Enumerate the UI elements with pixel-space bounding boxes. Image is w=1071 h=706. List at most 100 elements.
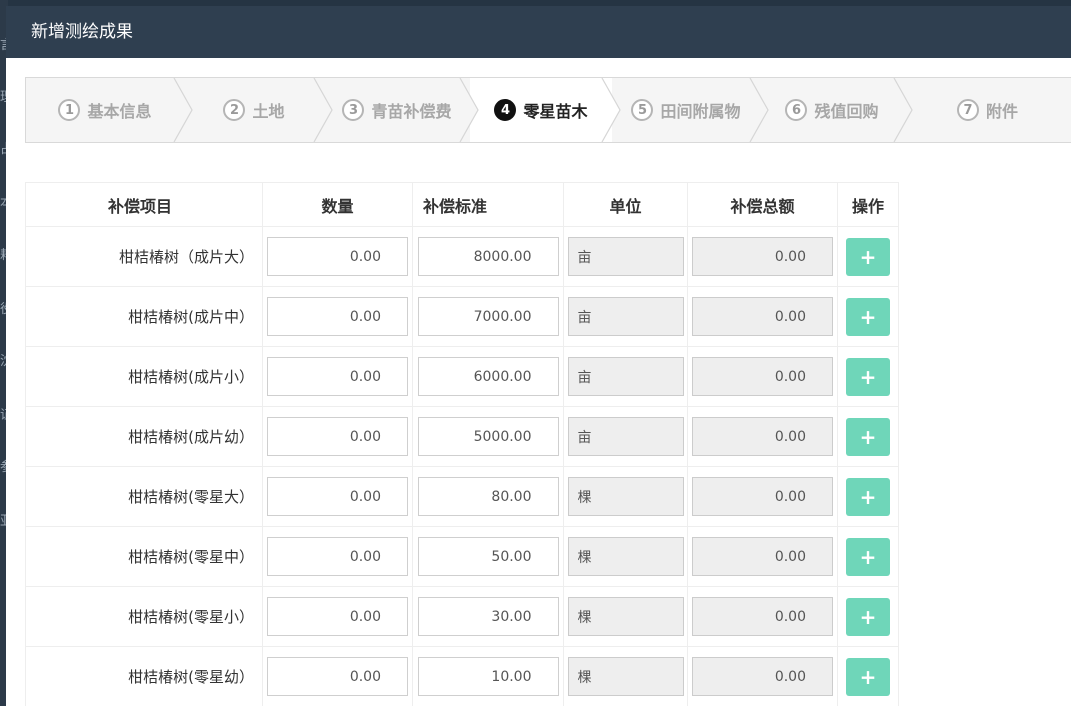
- table-row: 柑桔椿树(零星大） +: [25, 466, 899, 527]
- add-button[interactable]: +: [846, 657, 890, 696]
- quantity-input[interactable]: [267, 597, 408, 636]
- item-name: 柑桔椿树(零星小）: [25, 586, 263, 647]
- total-field: [692, 357, 833, 396]
- add-button[interactable]: +: [846, 237, 890, 276]
- item-name: 柑桔椿树(零星大）: [25, 466, 263, 527]
- step-label: 零星苗木: [523, 102, 588, 121]
- quantity-input[interactable]: [267, 237, 408, 276]
- table-body: 柑桔椿树（成片大） + 柑桔椿树(成片中） + 柑桔椿树(成片小） + 柑桔椿树(成片幼） +…: [25, 226, 899, 706]
- plus-icon: +: [859, 364, 877, 389]
- step-crop-compensation[interactable]: 3 青苗补偿费: [324, 78, 470, 142]
- plus-icon: +: [859, 424, 877, 449]
- step-label: 残值回购: [814, 102, 879, 121]
- step-number: 3: [342, 99, 365, 121]
- step-basic-info[interactable]: 1 基本信息: [26, 78, 184, 142]
- unit-field: [567, 537, 684, 576]
- table-row: 柑桔椿树(零星小） +: [25, 586, 899, 647]
- standard-input[interactable]: [417, 537, 559, 576]
- plus-icon: +: [859, 664, 877, 689]
- item-name: 柑桔椿树（成片大）: [25, 226, 263, 287]
- step-scattered-seedlings[interactable]: 4 零星苗木: [470, 78, 612, 142]
- step-number: 2: [223, 99, 246, 121]
- step-field-attachments[interactable]: 5 田间附属物: [612, 78, 760, 142]
- unit-field: [567, 297, 684, 336]
- add-button[interactable]: +: [846, 477, 890, 516]
- quantity-input[interactable]: [267, 297, 408, 336]
- quantity-input[interactable]: [267, 477, 408, 516]
- plus-icon: +: [859, 544, 877, 569]
- total-field: [692, 537, 833, 576]
- total-field: [692, 297, 833, 336]
- total-field: [692, 237, 833, 276]
- standard-input[interactable]: [417, 297, 559, 336]
- standard-input[interactable]: [417, 597, 559, 636]
- unit-field: [567, 657, 684, 696]
- standard-input[interactable]: [417, 657, 559, 696]
- column-header-qty: 数量: [262, 182, 413, 227]
- total-field: [692, 477, 833, 516]
- standard-input[interactable]: [417, 237, 559, 276]
- plus-icon: +: [859, 484, 877, 509]
- total-field: [692, 657, 833, 696]
- unit-field: [567, 237, 684, 276]
- plus-icon: +: [859, 604, 877, 629]
- plus-icon: +: [859, 244, 877, 269]
- quantity-input[interactable]: [267, 417, 408, 456]
- add-survey-result-modal: 新增测绘成果 1 基本信息 2 土地 3 青苗补偿费 4 零星苗木 5 田间附属…: [6, 6, 1071, 706]
- total-field: [692, 417, 833, 456]
- step-label: 田间附属物: [660, 102, 741, 121]
- column-header-item: 补偿项目: [25, 182, 263, 227]
- step-label: 附件: [985, 102, 1018, 121]
- step-number: 4: [494, 99, 517, 121]
- standard-input[interactable]: [417, 477, 559, 516]
- table-row: 柑桔椿树(成片中） +: [25, 286, 899, 347]
- column-header-total: 补偿总额: [687, 182, 838, 227]
- step-label: 土地: [252, 102, 285, 121]
- add-button[interactable]: +: [846, 597, 890, 636]
- step-label: 基本信息: [87, 102, 152, 121]
- compensation-table: 补偿项目 数量 补偿标准 单位 补偿总额 操作 柑桔椿树（成片大）+柑桔椿树(成…: [25, 182, 899, 706]
- standard-input[interactable]: [417, 417, 559, 456]
- table-header-row: 补偿项目 数量 补偿标准 单位 补偿总额 操作: [25, 182, 899, 227]
- column-header-standard: 补偿标准: [412, 182, 564, 227]
- step-separator-icon: [173, 78, 193, 142]
- step-separator-icon: [313, 78, 333, 142]
- quantity-input[interactable]: [267, 657, 408, 696]
- item-name: 柑桔椿树(零星中）: [25, 526, 263, 587]
- modal-title: 新增测绘成果: [6, 6, 1071, 58]
- table-row: 柑桔椿树(零星幼） +: [25, 646, 899, 706]
- table-row: 柑桔椿树(零星中） +: [25, 526, 899, 587]
- add-button[interactable]: +: [846, 357, 890, 396]
- column-header-action: 操作: [837, 182, 899, 227]
- unit-field: [567, 357, 684, 396]
- total-field: [692, 597, 833, 636]
- unit-field: [567, 417, 684, 456]
- column-header-unit: 单位: [563, 182, 688, 227]
- step-separator-icon: [459, 78, 479, 142]
- step-separator-icon: [600, 78, 621, 142]
- quantity-input[interactable]: [267, 357, 408, 396]
- add-button[interactable]: +: [846, 417, 890, 456]
- step-number: 5: [631, 99, 654, 121]
- table-row: 柑桔椿树（成片大） +: [25, 226, 899, 287]
- item-name: 柑桔椿树(成片中）: [25, 286, 263, 347]
- plus-icon: +: [859, 304, 877, 329]
- wizard-steps: 1 基本信息 2 土地 3 青苗补偿费 4 零星苗木 5 田间附属物 6 残值回…: [25, 77, 1071, 143]
- table-row: 柑桔椿树(成片幼） +: [25, 406, 899, 467]
- step-separator-icon: [893, 78, 913, 142]
- item-name: 柑桔椿树(零星幼）: [25, 646, 263, 706]
- add-button[interactable]: +: [846, 297, 890, 336]
- add-button[interactable]: +: [846, 537, 890, 576]
- item-name: 柑桔椿树(成片小）: [25, 346, 263, 407]
- step-land[interactable]: 2 土地: [184, 78, 324, 142]
- quantity-input[interactable]: [267, 537, 408, 576]
- unit-field: [567, 597, 684, 636]
- step-residual-buyback[interactable]: 6 残值回购: [760, 78, 904, 142]
- item-name: 柑桔椿树(成片幼）: [25, 406, 263, 467]
- step-number: 6: [785, 99, 808, 121]
- step-separator-icon: [749, 78, 769, 142]
- step-label: 青苗补偿费: [371, 102, 452, 121]
- step-number: 7: [956, 99, 979, 121]
- standard-input[interactable]: [417, 357, 559, 396]
- step-attachments[interactable]: 7 附件: [904, 78, 1071, 142]
